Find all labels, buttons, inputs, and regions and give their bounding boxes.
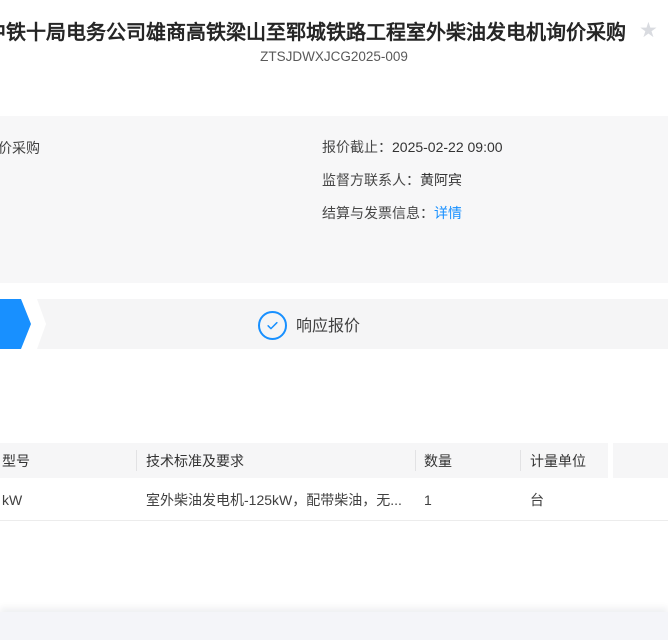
deadline-value: 2025-02-22 09:00	[392, 139, 503, 155]
current-step-label: 响应报价	[296, 299, 360, 349]
project-code: ZTSJDWXJCG2025-009	[0, 49, 668, 64]
column-header-model: 型号	[2, 443, 30, 478]
procurement-method-label: 价采购	[0, 138, 40, 158]
footer-action-bar	[0, 612, 668, 640]
check-icon	[265, 318, 280, 333]
column-header-qty: 数量	[424, 443, 452, 478]
column-divider	[415, 450, 416, 471]
fixed-column-gap	[608, 443, 613, 478]
invoice-details-link[interactable]: 详情	[434, 205, 462, 221]
procurement-page: 中铁十局电务公司雄商高铁梁山至郓城铁路工程室外柴油发电机询价采购 ★ ZTSJD…	[0, 0, 668, 640]
title-row: 中铁十局电务公司雄商高铁梁山至郓城铁路工程室外柴油发电机询价采购 ★	[0, 16, 658, 45]
column-header-spec: 技术标准及要求	[146, 443, 244, 478]
cell-model: kW	[2, 478, 22, 521]
previous-step-arrow	[0, 299, 31, 349]
invoice-label: 结算与发票信息：	[322, 205, 434, 221]
supervisor-field: 监督方联系人：黄阿宾	[322, 170, 462, 190]
info-section: 价采购 报价截止：2025-02-22 09:00 监督方联系人：黄阿宾 结算与…	[0, 116, 668, 283]
favorite-star-icon[interactable]: ★	[639, 20, 658, 41]
deadline-field: 报价截止：2025-02-22 09:00	[322, 137, 503, 157]
column-header-unit: 计量单位	[530, 443, 586, 478]
column-divider	[136, 450, 137, 471]
cell-spec: 室外柴油发电机-125kW，配带柴油，无...	[146, 478, 402, 521]
column-divider	[520, 450, 521, 471]
supervisor-value: 黄阿宾	[420, 172, 462, 188]
page-title: 中铁十局电务公司雄商高铁梁山至郓城铁路工程室外柴油发电机询价采购	[0, 16, 626, 45]
cell-qty: 1	[424, 478, 432, 521]
table-header: 型号 技术标准及要求 数量 计量单位	[0, 443, 668, 478]
deadline-label: 报价截止：	[322, 139, 392, 155]
supervisor-label: 监督方联系人：	[322, 172, 420, 188]
check-circle-icon	[258, 311, 287, 340]
table-row: kW 室外柴油发电机-125kW，配带柴油，无... 1 台	[0, 478, 668, 521]
cell-unit: 台	[530, 478, 544, 521]
invoice-field: 结算与发票信息：详情	[322, 203, 462, 223]
